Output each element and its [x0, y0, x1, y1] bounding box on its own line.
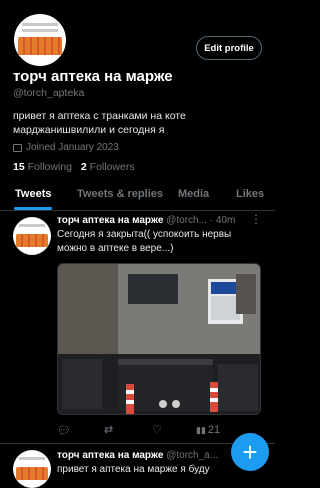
views-button[interactable]: ▮▮ 21 [196, 424, 220, 436]
edit-profile-button[interactable]: Edit profile [196, 36, 262, 60]
tweet-author-handle: @torch... [166, 215, 207, 226]
tweet-photo[interactable] [57, 263, 261, 415]
followers-count: 2 [80, 161, 87, 173]
retweet-icon: ⇄ [104, 424, 114, 436]
tweet-author-handle: @torch_a... [166, 450, 219, 461]
joined-date: Joined January 2023 [26, 142, 119, 153]
tab-likes[interactable]: Likes [236, 178, 264, 210]
following-label: Following [27, 161, 72, 173]
heart-icon: ♡ [152, 424, 162, 436]
profile-name: торч аптека на марже [13, 68, 173, 85]
profile-handle: @torch_apteka [13, 87, 85, 99]
tweet-avatar[interactable] [13, 217, 51, 255]
tweet-time: · 40m [209, 215, 236, 226]
views-count: 21 [207, 424, 221, 436]
profile-tabs: Tweets Tweets & replies Media Likes [0, 178, 275, 211]
tweet-avatar[interactable] [13, 450, 51, 488]
tweet-header: торч аптека на марже @torch_a... [57, 450, 227, 461]
follow-stats: 15 Following 2 Followers [13, 161, 135, 173]
tweet-text-line2: можно в аптеке в вере...) [57, 243, 174, 254]
tab-tweets[interactable]: Tweets [15, 178, 51, 210]
street-photo-image [58, 264, 260, 414]
reply-button[interactable]: 💬︎ [57, 424, 71, 437]
reply-icon: 💬︎ [57, 425, 71, 437]
active-tab-indicator [14, 207, 52, 210]
following-link[interactable]: 15 Following [13, 161, 75, 173]
like-button[interactable]: ♡ [152, 423, 162, 436]
followers-link[interactable]: 2 Followers [81, 161, 135, 173]
following-count: 15 [13, 161, 25, 173]
plus-icon: + [242, 437, 258, 467]
views-icon: ▮▮ [196, 424, 206, 435]
more-options-icon[interactable]: ⋮ [250, 212, 262, 226]
retweet-button[interactable]: ⇄ [104, 423, 113, 436]
followers-label: Followers [89, 161, 135, 173]
tweet-author-name: торч аптека на марже [57, 450, 164, 461]
tweet-text-line1: Сегодня я закрыта(( успокоить нервы [57, 229, 232, 240]
joined-row: Joined January 2023 [13, 142, 119, 153]
profile-bio-line1: привет я аптека с транками на коте [13, 110, 186, 122]
tab-media[interactable]: Media [178, 178, 209, 210]
tweet-text: привет я аптека на марже я буду [57, 464, 210, 475]
compose-tweet-button[interactable]: + [231, 433, 269, 471]
tab-tweets-replies[interactable]: Tweets & replies [77, 178, 163, 210]
tweet-header: торч аптека на марже @torch... · 40m [57, 215, 269, 226]
profile-bio-line2: марджанишвилили и сегодня я [13, 124, 165, 136]
profile-avatar[interactable] [12, 12, 68, 68]
calendar-icon [13, 143, 22, 152]
tweet-author-name: торч аптека на марже [57, 215, 164, 226]
